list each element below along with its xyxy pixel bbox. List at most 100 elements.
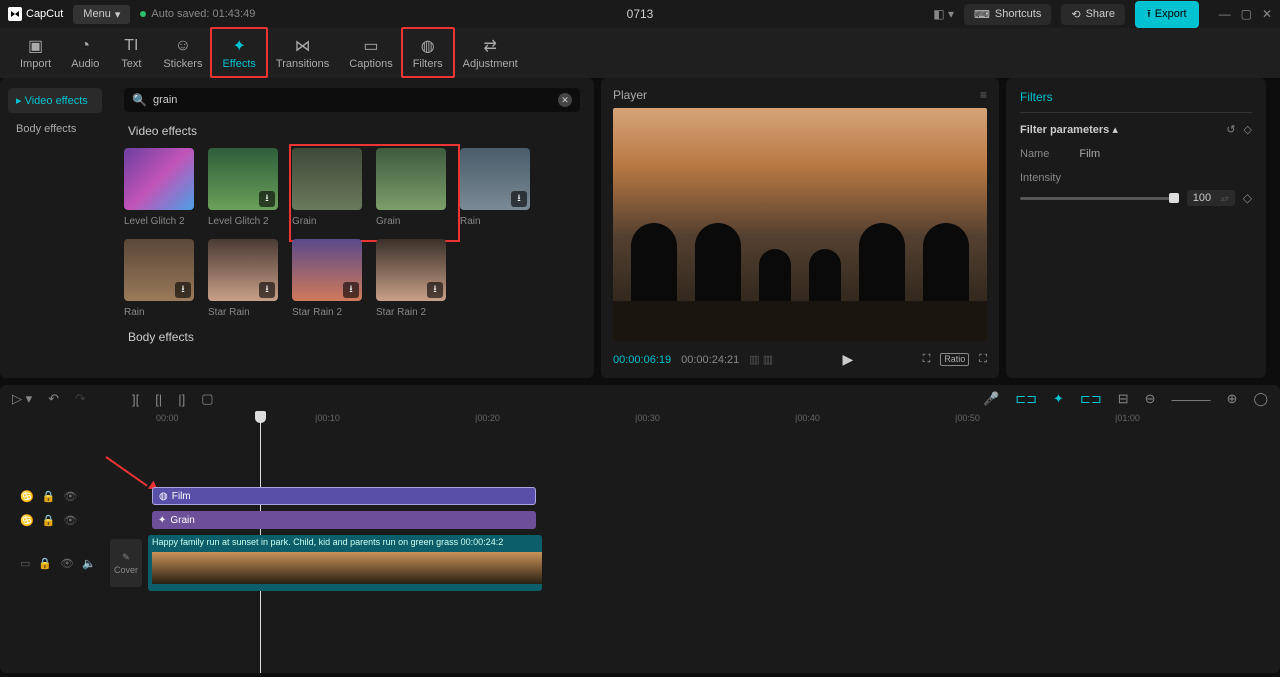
trim-right-tool[interactable]: |​] xyxy=(178,392,185,407)
section-body-effects: Body effects xyxy=(128,330,580,344)
video-track: ▭ 🔒 👁 🔈 ✎Cover Happy family run at sunset i… xyxy=(0,533,1280,593)
player-menu-icon[interactable]: ≡ xyxy=(980,88,987,102)
search-icon: 🔍 xyxy=(132,93,147,107)
maximize-icon[interactable]: ▢ xyxy=(1241,7,1252,21)
tab-filters[interactable]: ◍Filters xyxy=(403,28,453,78)
download-icon[interactable]: ⭳ xyxy=(427,282,443,298)
grain-clip[interactable]: ✦ Grain xyxy=(152,511,536,529)
zoom-in-icon[interactable]: ⊕ xyxy=(1227,391,1238,407)
ruler-tick: |01:00 xyxy=(1115,413,1140,423)
mute-icon[interactable]: 🔈 xyxy=(82,557,96,570)
zoom-slider[interactable]: ——— xyxy=(1172,392,1211,407)
tab-import[interactable]: ▣Import xyxy=(10,28,61,78)
fullscreen-icon[interactable]: ⛶ xyxy=(979,353,987,366)
download-icon[interactable]: ⭳ xyxy=(343,282,359,298)
download-icon[interactable]: ⭳ xyxy=(259,282,275,298)
cover-button[interactable]: ✎Cover xyxy=(110,539,142,587)
player-title: Player xyxy=(613,88,647,102)
undo-icon[interactable]: ↺ xyxy=(1226,123,1235,136)
redo-tool[interactable]: ↷ xyxy=(75,391,86,407)
lock-icon[interactable]: ♋ xyxy=(20,490,34,503)
clear-search-icon[interactable]: ✕ xyxy=(558,93,572,107)
eye-icon[interactable]: 👁 xyxy=(63,514,77,527)
download-icon[interactable]: ⭳ xyxy=(511,191,527,207)
magnet2-icon[interactable]: ✦ xyxy=(1053,391,1064,407)
ruler-tick: 00:00 xyxy=(156,413,179,423)
close-icon[interactable]: ✕ xyxy=(1262,7,1272,21)
effect-thumb-star-rain-2[interactable]: ⭳Star Rain 2 xyxy=(292,239,362,318)
vt-icon[interactable]: ▭ xyxy=(20,557,30,570)
effect-thumb-level-glitch-2[interactable]: Level Glitch 2 xyxy=(124,148,194,227)
effect-thumb-star-rain[interactable]: ⭳Star Rain xyxy=(208,239,278,318)
link-icon[interactable]: ⊟ xyxy=(1118,391,1129,407)
intensity-value[interactable]: 100▵▿ xyxy=(1187,190,1235,206)
film-clip[interactable]: ◍ Film xyxy=(152,487,536,505)
sidebar-item-video-effects[interactable]: ▸ Video effects xyxy=(8,88,102,113)
play-button[interactable]: ▶ xyxy=(842,351,853,368)
minimize-icon[interactable]: — xyxy=(1219,7,1231,21)
lock2-icon[interactable]: 🔒 xyxy=(42,514,56,527)
search-input[interactable]: 🔍 ✕ xyxy=(124,88,580,112)
tab-effects[interactable]: ✦Effects xyxy=(212,28,265,78)
ruler-tick: |00:10 xyxy=(315,413,340,423)
mic-icon[interactable]: 🎤 xyxy=(983,391,999,407)
video-clip[interactable]: Happy family run at sunset in park. Chil… xyxy=(148,535,542,591)
main-toolbar: ▣Import◔AudioTIText☺Stickers✦Effects⋈Tra… xyxy=(0,28,1280,78)
lock-icon[interactable]: ♋ xyxy=(20,514,34,527)
diamond-icon[interactable]: ◇ xyxy=(1244,123,1252,136)
tab-text[interactable]: TIText xyxy=(109,28,153,78)
timeline-toolbar: ▷ ▾ ↶ ↷ ]​[ [​| |​] ▢ 🎤 ⊏⊐ ✦ ⊏⊐ ⊟ ⊖ ——— … xyxy=(0,385,1280,413)
eye-icon[interactable]: 👁 xyxy=(63,490,77,503)
effect-thumb-level-glitch-2[interactable]: ⭳Level Glitch 2 xyxy=(208,148,278,227)
tab-transitions[interactable]: ⋈Transitions xyxy=(266,28,339,78)
ratio-button[interactable]: Ratio xyxy=(940,353,969,366)
effect-track: ♋ 🔒 👁 ✦ Grain xyxy=(0,509,1280,531)
download-icon[interactable]: ⭳ xyxy=(259,191,275,207)
timeline[interactable]: 00:00|00:10|00:20|00:30|00:40|00:50|01:0… xyxy=(0,413,1280,673)
keyframe-icon[interactable]: ◇ xyxy=(1243,191,1252,205)
ruler-tick: |00:50 xyxy=(955,413,980,423)
scan-icon[interactable]: ⛶ xyxy=(923,353,931,366)
effect-thumb-rain[interactable]: ⭳Rain xyxy=(460,148,530,227)
title-bar: CapCut Menu▾ Auto saved: 01:43:49 0713 ◧… xyxy=(0,0,1280,28)
name-label: Name xyxy=(1020,148,1049,160)
tab-stickers[interactable]: ☺Stickers xyxy=(153,28,212,78)
time-ruler[interactable]: 00:00|00:10|00:20|00:30|00:40|00:50|01:0… xyxy=(0,413,1280,435)
video-preview[interactable] xyxy=(613,108,987,341)
select-tool[interactable]: ▷ ▾ xyxy=(12,391,32,407)
filters-title: Filters xyxy=(1020,90,1252,113)
compare-icon[interactable]: ▥ ▥ xyxy=(749,353,773,366)
sidebar-item-body-effects[interactable]: Body effects xyxy=(8,117,102,141)
fit-icon[interactable]: ◯ xyxy=(1253,391,1268,407)
tab-audio[interactable]: ◔Audio xyxy=(61,28,109,78)
effect-thumb-star-rain-2[interactable]: ⭳Star Rain 2 xyxy=(376,239,446,318)
intensity-slider[interactable] xyxy=(1020,197,1179,200)
tab-captions[interactable]: ▭Captions xyxy=(339,28,402,78)
menu-button[interactable]: Menu▾ xyxy=(73,5,130,24)
export-button[interactable]: ⭱ Export xyxy=(1135,1,1199,28)
section-video-effects: Video effects xyxy=(128,124,580,138)
layout-icon[interactable]: ◧ ▾ xyxy=(933,7,954,21)
trim-left-tool[interactable]: [​| xyxy=(155,392,162,407)
split-tool[interactable]: ]​[ xyxy=(132,392,139,407)
magnet1-icon[interactable]: ⊏⊐ xyxy=(1015,391,1037,407)
ruler-tick: |00:20 xyxy=(475,413,500,423)
current-time: 00:00:06:19 xyxy=(613,354,671,366)
app-logo: CapCut xyxy=(8,7,63,21)
effect-thumb-rain[interactable]: ⭳Rain xyxy=(124,239,194,318)
tab-adjustment[interactable]: ⇄Adjustment xyxy=(453,28,528,78)
total-time: 00:00:24:21 xyxy=(681,354,739,366)
download-icon[interactable]: ⭳ xyxy=(175,282,191,298)
lock2-icon[interactable]: 🔒 xyxy=(42,490,56,503)
eye-icon[interactable]: 👁 xyxy=(60,557,74,570)
delete-tool[interactable]: ▢ xyxy=(201,391,213,407)
share-button[interactable]: ⟲ Share xyxy=(1061,4,1125,25)
project-title: 0713 xyxy=(627,7,654,21)
undo-tool[interactable]: ↶ xyxy=(48,391,59,407)
zoom-out-icon[interactable]: ⊖ xyxy=(1145,391,1156,407)
shortcuts-button[interactable]: ⌨ Shortcuts xyxy=(964,4,1051,25)
lock-icon[interactable]: 🔒 xyxy=(38,557,52,570)
filter-track: ♋ 🔒 👁 ◍ Film xyxy=(0,485,1280,507)
magnet3-icon[interactable]: ⊏⊐ xyxy=(1080,391,1102,407)
ruler-tick: |00:30 xyxy=(635,413,660,423)
